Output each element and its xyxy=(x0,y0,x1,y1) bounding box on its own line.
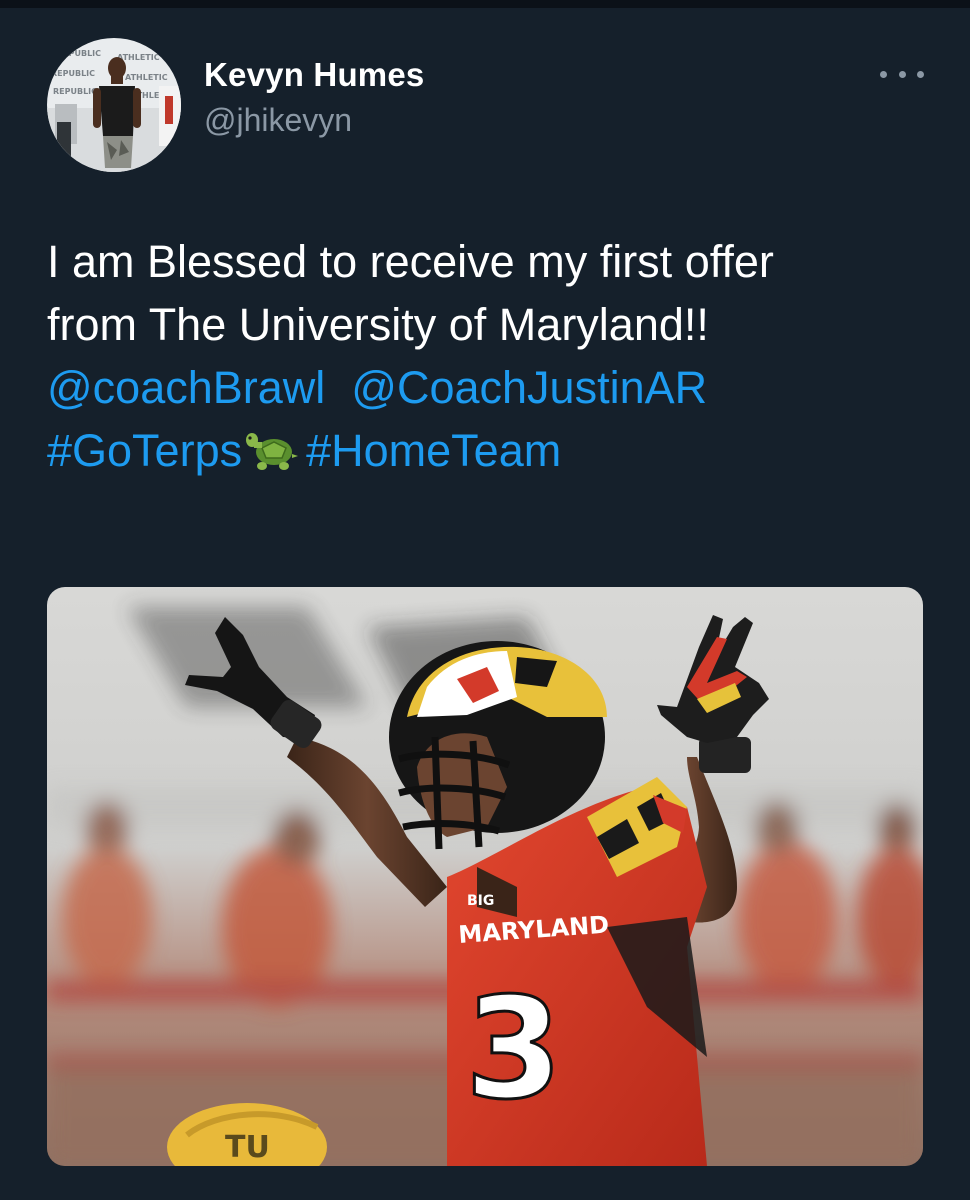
more-horizontal-icon xyxy=(917,70,924,78)
avatar-backdrop-text: REPUBLIC xyxy=(57,49,101,58)
tweet-card: REPUBLIC ATHLETIC REPUBLIC ATHLETIC REPU… xyxy=(0,8,970,1200)
tweet-text-line: I am Blessed to receive my first offer xyxy=(47,236,774,287)
author-info: Kevyn Humes @jhikevyn xyxy=(204,55,424,140)
hashtag-link[interactable]: #HomeTeam xyxy=(306,425,561,476)
author-handle[interactable]: @jhikevyn xyxy=(204,100,424,140)
tweet-hashtags-line: #GoTerps #HomeTeam xyxy=(47,419,937,488)
avatar-backdrop-text: REPUBLIC xyxy=(53,87,97,96)
avatar-photo: REPUBLIC ATHLETIC REPUBLIC ATHLETIC REPU… xyxy=(47,38,181,172)
tweet-text: I am Blessed to receive my first offer f… xyxy=(47,230,937,488)
hashtag-link[interactable]: #GoTerps xyxy=(47,425,242,476)
jersey-number: 3 xyxy=(465,968,562,1131)
tweet-media-photo[interactable]: MARYLAND BIG 3 TU xyxy=(47,587,923,1166)
avatar-backdrop-text: REPUBLIC xyxy=(51,69,95,78)
mention-link[interactable]: @coachBrawl xyxy=(47,362,325,413)
football-photo: MARYLAND BIG 3 TU xyxy=(47,587,923,1166)
jersey-conference-text: BIG xyxy=(467,893,494,909)
more-horizontal-icon xyxy=(880,70,887,78)
top-edge xyxy=(0,0,970,8)
more-horizontal-icon xyxy=(898,70,906,78)
opponent-helmet-text: TU xyxy=(225,1130,270,1165)
avatar-backdrop-text: ATHLETIC xyxy=(125,73,168,82)
more-options-button[interactable] xyxy=(880,62,924,86)
turtle-emoji-icon xyxy=(244,425,300,488)
tweet-text-line: from The University of Maryland!! xyxy=(47,299,709,350)
tweet-mentions-line: @coachBrawl @CoachJustinAR xyxy=(47,356,937,419)
mention-link[interactable]: @CoachJustinAR xyxy=(351,362,707,413)
author-avatar[interactable]: REPUBLIC ATHLETIC REPUBLIC ATHLETIC REPU… xyxy=(47,38,181,172)
author-display-name[interactable]: Kevyn Humes xyxy=(204,55,424,95)
